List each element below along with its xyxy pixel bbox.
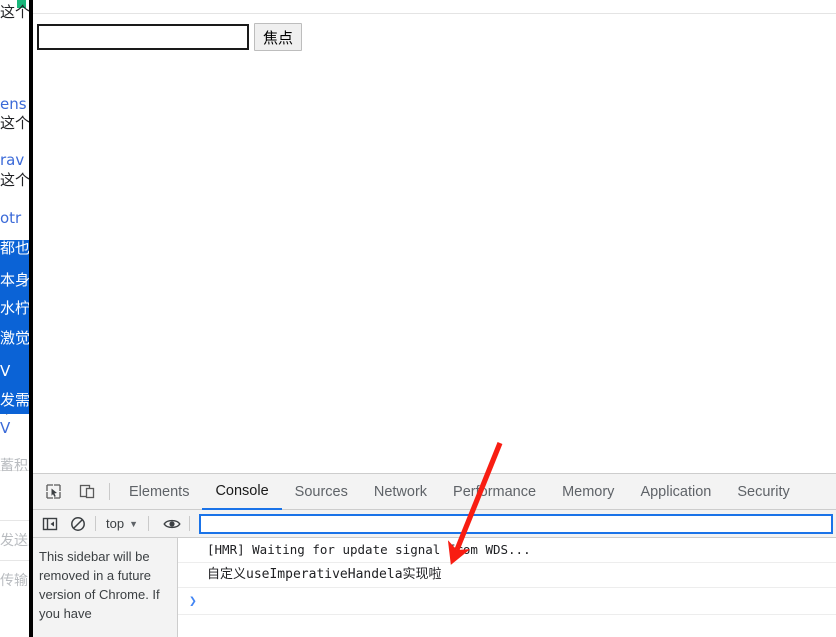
devtools-tabbar: Elements Console Sources Network Performance…	[33, 474, 836, 510]
console-prompt[interactable]: ❯	[178, 588, 836, 615]
execution-context-selector[interactable]: top ▼	[102, 516, 142, 531]
console-toolbar-divider	[148, 516, 149, 531]
eye-icon[interactable]	[161, 513, 183, 535]
sidebar-deprecation-note: This sidebar will be removed in a future…	[39, 549, 160, 621]
background-text-line: 发需	[0, 391, 29, 409]
execution-context-value: top	[106, 516, 125, 531]
background-text-line: 蓄积	[0, 458, 28, 474]
background-text-line: otr	[0, 209, 22, 227]
tab-label: Network	[373, 483, 428, 500]
page-viewport: 焦点	[33, 0, 836, 473]
device-toolbar-icon[interactable]	[73, 478, 101, 506]
tab-performance[interactable]: Performance	[440, 474, 549, 510]
devtools-tab-list: Elements Console Sources Network Performance…	[116, 474, 803, 510]
background-text-line: V	[0, 419, 11, 437]
console-message-list: [HMR] Waiting for update signal from WDS…	[178, 538, 836, 637]
background-text-line: ens	[0, 95, 27, 113]
focus-demo-form: 焦点	[37, 23, 302, 51]
background-text-line: 激觉	[0, 329, 29, 347]
tab-application[interactable]: Application	[627, 474, 724, 510]
text-input[interactable]	[37, 24, 249, 50]
tab-label: Memory	[562, 483, 615, 500]
tab-label: Sources	[294, 483, 348, 500]
background-text-line: 这个	[0, 114, 29, 132]
tab-label: Security	[737, 483, 790, 500]
tab-memory[interactable]: Memory	[549, 474, 627, 510]
tab-label: Performance	[453, 483, 537, 500]
tab-console[interactable]: Console	[202, 474, 282, 510]
viewport-top-rule	[33, 13, 836, 14]
background-window-strip: 这个ens这个rav这个otr都也本身水柠激觉V发需V蓄积发送至传输	[0, 0, 29, 637]
toolbar-divider	[109, 483, 110, 500]
focus-button[interactable]: 焦点	[254, 23, 302, 51]
console-toolbar: top ▼	[33, 510, 836, 538]
background-text-line: V	[0, 362, 11, 380]
console-message: [HMR] Waiting for update signal from WDS…	[178, 538, 836, 563]
show-console-sidebar-icon[interactable]	[39, 513, 61, 535]
background-text-line: 发送至	[0, 533, 29, 549]
devtools-panel: Elements Console Sources Network Performance…	[33, 473, 836, 637]
console-body: This sidebar will be removed in a future…	[33, 538, 836, 637]
console-sidebar: This sidebar will be removed in a future…	[33, 538, 178, 637]
tab-label: Application	[640, 483, 712, 500]
console-messages: [HMR] Waiting for update signal from WDS…	[178, 538, 836, 588]
tab-security[interactable]: Security	[724, 474, 802, 510]
tab-network[interactable]: Network	[361, 474, 440, 510]
background-text-line: 都也	[0, 239, 29, 257]
background-divider	[0, 520, 29, 521]
console-toolbar-divider	[189, 516, 190, 531]
tab-label: Elements	[129, 483, 190, 500]
console-toolbar-divider	[95, 516, 96, 531]
inspect-element-icon[interactable]	[39, 478, 67, 506]
background-text-line: 本身	[0, 271, 29, 289]
chevron-down-icon: ▼	[129, 518, 138, 529]
clear-console-icon[interactable]	[67, 513, 89, 535]
background-selection-band	[0, 240, 29, 414]
background-divider	[0, 560, 29, 561]
background-text-line: 水柠	[0, 299, 29, 317]
background-text-line: 传输	[0, 573, 28, 589]
background-text-line: 这个	[0, 3, 29, 21]
console-filter-input[interactable]	[199, 513, 833, 534]
prompt-chevron-icon: ❯	[189, 593, 197, 609]
background-text-line: rav	[0, 151, 25, 169]
tab-sources[interactable]: Sources	[282, 474, 361, 510]
console-message: 自定义useImperativeHandela实现啦	[178, 563, 836, 588]
tab-elements[interactable]: Elements	[116, 474, 202, 510]
background-text-line: 这个	[0, 171, 29, 189]
tab-label: Console	[215, 482, 269, 499]
